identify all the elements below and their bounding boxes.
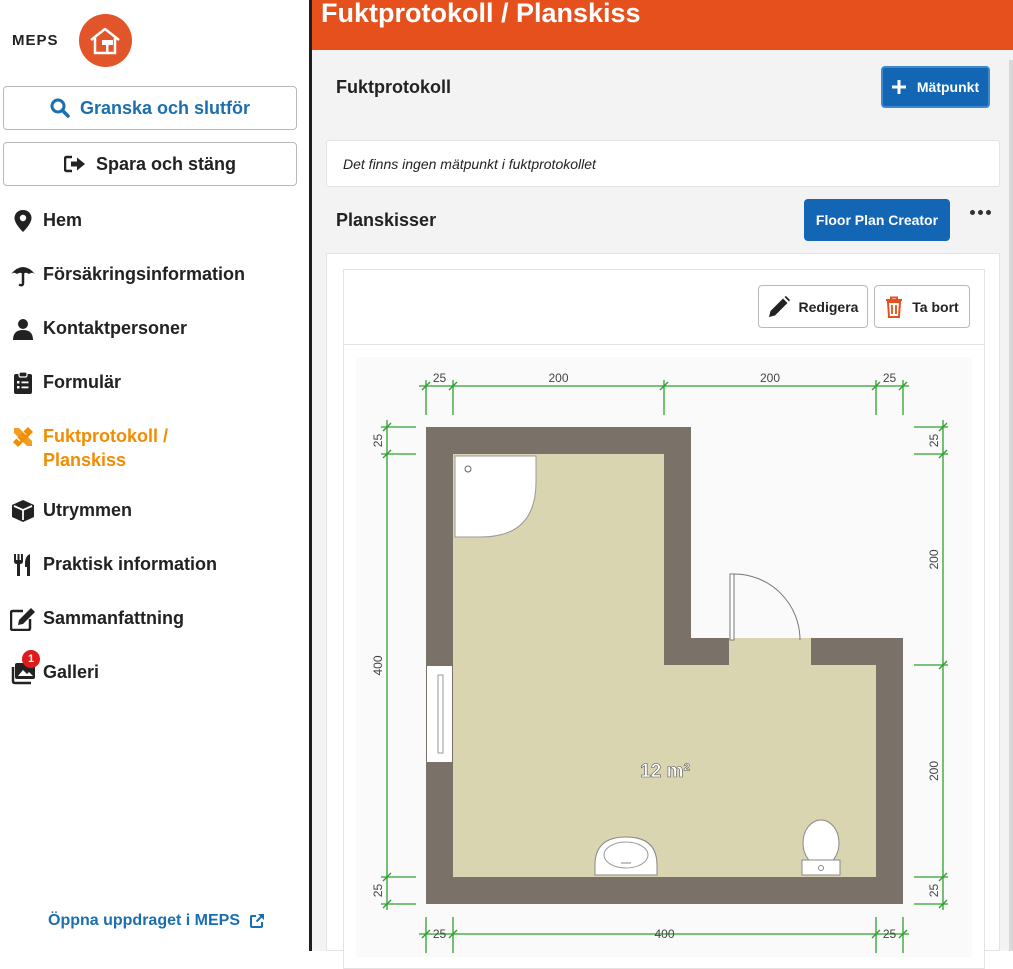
save-and-close-label: Spara och stäng — [95, 153, 237, 174]
main-content: Fuktprotokoll / Planskiss Fuktprotokoll … — [312, 0, 1013, 969]
page-header: Fuktprotokoll / Planskiss — [312, 0, 1013, 50]
edit-label: Redigera — [798, 298, 859, 315]
empty-state-box: Det finns ingen mätpunkt i fuktprotokoll… — [326, 140, 1000, 187]
person-icon — [10, 316, 36, 342]
search-icon — [50, 98, 70, 118]
delete-button[interactable]: Ta bort — [874, 285, 970, 328]
plus-icon — [891, 80, 906, 94]
sign-out-icon — [63, 155, 85, 173]
sidebar-item-label: Fuktprotokoll / — [43, 426, 168, 446]
umbrella-icon — [10, 262, 36, 288]
cube-icon — [10, 498, 36, 524]
floor-plan-item: Redigera Ta bort 25 200 200 25 25 400 25… — [343, 269, 985, 969]
sidebar-item-rooms[interactable]: Utrymmen — [10, 498, 132, 524]
dimension-label: 25 — [433, 927, 447, 941]
sidebar-item-label: Hem — [43, 210, 83, 230]
dimension-label: 200 — [760, 371, 780, 385]
dimension-label: 25 — [371, 434, 385, 448]
sidebar-item-summary[interactable]: Sammanfattning — [10, 606, 184, 632]
floor-plan-creator-button[interactable]: Floor Plan Creator — [804, 199, 950, 241]
page-title: Fuktprotokoll / Planskiss — [321, 0, 641, 28]
sidebar-item-contacts[interactable]: Kontaktpersoner — [10, 316, 187, 342]
sidebar-item-insurance[interactable]: Försäkringsinformation — [10, 262, 245, 288]
floor-plan-creator-label: Floor Plan Creator — [815, 212, 939, 228]
edit-icon — [10, 606, 36, 632]
sidebar-item-label: Praktisk information — [43, 554, 218, 574]
sidebar-item-label: Kontaktpersoner — [43, 318, 188, 338]
map-pin-icon — [10, 208, 36, 234]
area-label: 12 m² — [640, 761, 690, 782]
sidebar-item-home[interactable]: Hem — [10, 208, 82, 234]
sidebar-item-forms[interactable]: Formulär — [10, 370, 121, 396]
floor-plans-title: Planskisser — [336, 210, 437, 230]
dimension-label: 25 — [927, 884, 941, 898]
dimension-label: 25 — [883, 927, 897, 941]
logo[interactable]: MEPS — [12, 14, 132, 67]
sidebar-item-moisture-protocol[interactable]: Fuktprotokoll / Planskiss — [10, 424, 168, 472]
floor-plan-toolbar: Redigera Ta bort — [344, 270, 984, 345]
house-logo-icon — [78, 14, 132, 67]
utensils-icon — [10, 552, 36, 578]
review-and-finish-button[interactable]: Granska och slutför — [3, 86, 297, 130]
dimension-label: 400 — [654, 927, 674, 941]
toilet-bowl — [802, 819, 840, 867]
floor-plan-card: Redigera Ta bort 25 200 200 25 25 400 25… — [326, 253, 1000, 969]
add-measure-point-button[interactable]: Mätpunkt — [881, 66, 990, 108]
delete-label: Ta bort — [912, 298, 959, 315]
dimension-label: 200 — [927, 761, 941, 781]
save-and-close-button[interactable]: Spara och stäng — [3, 142, 297, 186]
open-in-meps-link[interactable]: Öppna uppdraget i MEPS — [48, 912, 265, 930]
sidebar-item-label: Sammanfattning — [43, 608, 185, 628]
dimension-label: 25 — [433, 371, 447, 385]
window-pane — [437, 674, 444, 754]
open-in-meps-label: Öppna uppdraget i MEPS — [48, 912, 241, 929]
trash-icon — [886, 296, 903, 318]
dimension-label: 25 — [927, 434, 941, 448]
floor-plan-drawing[interactable]: 25 200 200 25 25 400 25 25 400 25 25 200 200 25 12 m² — [356, 357, 972, 957]
dimension-label: 200 — [548, 371, 568, 385]
sidebar-item-practical-info[interactable]: Praktisk information — [10, 552, 217, 578]
floor-plan-svg: 25 200 200 25 25 400 25 25 400 25 25 200 200 25 12 m² — [371, 371, 948, 953]
sidebar-item-label: Utrymmen — [43, 500, 133, 520]
door-opening — [729, 638, 811, 665]
scrollbar[interactable] — [1009, 60, 1013, 951]
pencil-icon — [768, 295, 790, 317]
door-leaf — [729, 573, 735, 641]
logo-text: MEPS — [12, 32, 59, 49]
gallery-icon: 1 — [10, 650, 40, 686]
ruler-pencil-icon — [10, 424, 36, 450]
sidebar-item-label-line2: Planskiss — [43, 450, 127, 470]
sidebar-item-label-group: Fuktprotokoll / Planskiss — [43, 424, 168, 472]
add-measure-point-label: Mätpunkt — [916, 79, 980, 95]
more-options-icon[interactable] — [970, 210, 991, 215]
sidebar-item-label: Galleri — [43, 662, 100, 682]
dimension-label: 25 — [371, 884, 385, 898]
sidebar: MEPS Granska och slutför Spara och stäng… — [0, 0, 309, 951]
review-and-finish-label: Granska och slutför — [79, 97, 251, 118]
dimension-label: 400 — [371, 655, 385, 675]
notification-badge: 1 — [22, 650, 40, 668]
toilet-tank — [801, 859, 841, 876]
sidebar-item-label: Formulär — [43, 372, 122, 392]
empty-state-text: Det finns ingen mätpunkt i fuktprotokoll… — [343, 156, 596, 172]
dimension-label: 25 — [883, 371, 897, 385]
dimension-label: 200 — [927, 549, 941, 569]
sidebar-item-label: Försäkringsinformation — [43, 264, 246, 284]
door-swing — [733, 573, 801, 641]
external-link-icon — [250, 914, 265, 928]
edit-button[interactable]: Redigera — [758, 285, 868, 328]
sidebar-item-gallery[interactable]: 1 Galleri — [10, 650, 100, 686]
clipboard-icon — [10, 370, 36, 396]
moisture-protocol-title: Fuktprotokoll — [336, 77, 451, 97]
